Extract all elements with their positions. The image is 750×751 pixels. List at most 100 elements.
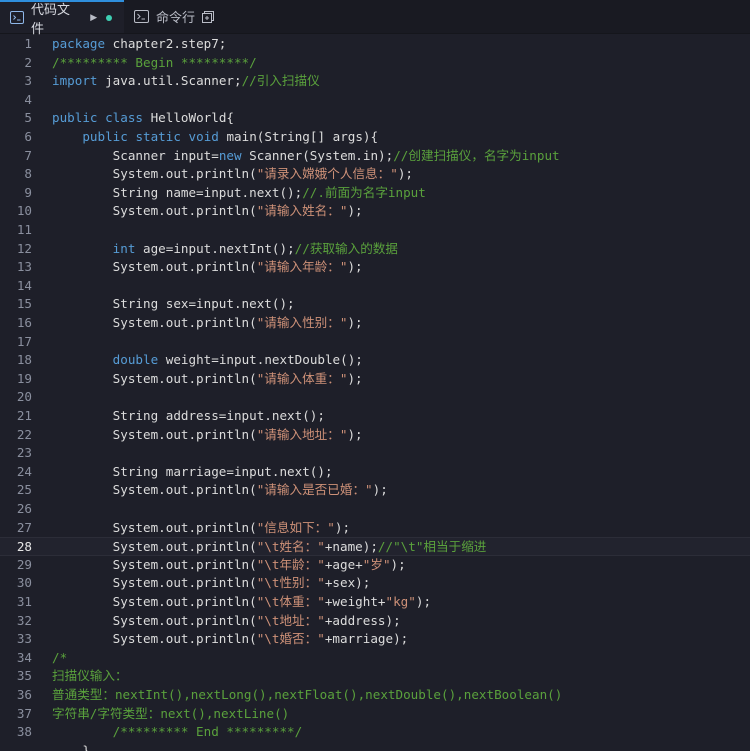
play-icon[interactable]: ▶ [90, 12, 97, 23]
code-line[interactable]: 13 System.out.println("请输入年龄："); [0, 258, 750, 277]
code-line[interactable]: 23 [0, 444, 750, 463]
code-line[interactable]: 16 System.out.println("请输入性别："); [0, 314, 750, 333]
code-line[interactable]: } [0, 742, 750, 751]
code-token: System.out.println( [52, 594, 257, 609]
code-line[interactable]: 12 int age=input.nextInt();//获取输入的数据 [0, 240, 750, 259]
code-token: "\t年龄：" [256, 556, 325, 572]
code-line[interactable]: 37 字符串/字符类型：next(),nextLine() [0, 705, 750, 724]
code-token: ); [372, 482, 388, 498]
code-token: "\t体重：" [256, 594, 325, 609]
code-line[interactable]: 30 System.out.println("\t性别："+sex); [0, 574, 750, 593]
code-token: weight=input.nextDouble(); [158, 352, 363, 368]
code-token: String marriage=input.next(); [52, 463, 333, 479]
code-line[interactable]: 32 System.out.println("\t地址："+address); [0, 612, 750, 631]
code-line[interactable]: 15 String sex=input.next(); [0, 295, 750, 314]
code-token: static [135, 129, 181, 144]
code-token: System.out.println( [52, 556, 257, 572]
code-line[interactable]: 33 System.out.println("\t婚否："+marriage); [0, 630, 750, 649]
code-line[interactable]: 20 [0, 388, 750, 407]
code-token: //引入扫描仪 [241, 73, 320, 89]
code-line[interactable]: 1 package chapter2.step7; [0, 35, 750, 54]
code-line[interactable]: 10 System.out.println("请输入姓名："); [0, 202, 750, 221]
code-line[interactable]: 29 System.out.println("\t年龄："+age+"岁"); [0, 556, 750, 575]
code-line[interactable]: 14 [0, 277, 750, 296]
line-number: 33 [16, 631, 32, 647]
code-line[interactable]: 38 /********* End *********/ [0, 723, 750, 742]
code-token: System.out.println( [52, 166, 257, 182]
code-token: ); [347, 259, 363, 275]
code-line[interactable]: 28 System.out.println("\t姓名："+name);//"\… [0, 537, 750, 556]
code-text: System.out.println("请录入嫦娥个人信息："); [52, 165, 413, 184]
code-editor[interactable]: 1 package chapter2.step7; 2 /********* Begi… [0, 33, 750, 751]
line-number: 19 [16, 370, 32, 386]
code-text: import java.util.Scanner;//引入扫描仪 [52, 72, 320, 91]
code-line[interactable]: 25 System.out.println("请输入是否已婚："); [0, 481, 750, 500]
code-token: "请输入地址：" [256, 426, 348, 442]
code-line[interactable]: 4 [0, 91, 750, 110]
code-token: public [52, 110, 98, 126]
line-number: 21 [16, 408, 32, 423]
code-token: age=input.nextInt(); [135, 240, 295, 256]
code-text: public static void main(String[] args){ [52, 128, 378, 147]
code-line[interactable]: 2 /********* Begin *********/ [0, 54, 750, 73]
code-token: public [82, 129, 128, 144]
code-line[interactable]: 27 System.out.println("信息如下："); [0, 519, 750, 538]
code-token: int [112, 240, 136, 256]
code-line[interactable]: 31 System.out.println("\t体重："+weight+"kg… [0, 593, 750, 612]
tab-bar: 代码文件 ▶ 命令行 [0, 0, 750, 36]
line-number: 35 [16, 668, 32, 684]
code-token: +name); [324, 539, 378, 555]
code-text: String name=input.next();//.前面为名字input [52, 184, 426, 203]
code-text: System.out.println("请输入姓名："); [52, 202, 363, 221]
line-number: 6 [24, 129, 32, 144]
code-line[interactable]: 22 System.out.println("请输入地址："); [0, 426, 750, 445]
code-token: System.out.println( [52, 631, 257, 647]
code-token: "请输入性别：" [256, 315, 348, 330]
line-number: 31 [16, 594, 32, 609]
code-token: "请输入体重：" [256, 370, 348, 386]
code-line[interactable]: 26 [0, 500, 750, 519]
line-number: 37 [16, 705, 32, 721]
code-token: } [52, 742, 90, 751]
code-line[interactable]: 8 System.out.println("请录入嫦娥个人信息："); [0, 165, 750, 184]
tab-code-file[interactable]: 代码文件 ▶ [0, 0, 124, 36]
line-number: 18 [16, 352, 32, 368]
code-line[interactable]: 9 String name=input.next();//.前面为名字input [0, 184, 750, 203]
code-token: "岁" [362, 556, 391, 572]
code-text: System.out.println("\t年龄："+age+"岁"); [52, 556, 406, 575]
line-number: 10 [16, 203, 32, 219]
new-window-icon[interactable] [202, 10, 215, 23]
line-number: 36 [16, 687, 32, 702]
code-line[interactable]: 7 Scanner input=new Scanner(System.in);/… [0, 147, 750, 166]
code-token: "\t婚否：" [256, 631, 325, 647]
code-token: String name=input.next(); [52, 184, 303, 200]
code-token: void [188, 129, 219, 144]
code-line[interactable]: 24 String marriage=input.next(); [0, 463, 750, 482]
code-token: "信息如下：" [256, 519, 335, 535]
code-text: System.out.println("请输入年龄："); [52, 258, 363, 277]
tab-terminal[interactable]: 命令行 [124, 0, 228, 33]
code-token: java.util.Scanner; [97, 73, 242, 89]
code-line[interactable]: 18 double weight=input.nextDouble(); [0, 351, 750, 370]
code-line[interactable]: 5 public class HelloWorld{ [0, 109, 750, 128]
code-line[interactable]: 11 [0, 221, 750, 240]
code-line[interactable]: 3 import java.util.Scanner;//引入扫描仪 [0, 72, 750, 91]
code-token: 字符串/字符类型：next(),nextLine() [52, 705, 290, 721]
code-text: String address=input.next(); [52, 407, 325, 426]
code-line[interactable]: 6 public static void main(String[] args)… [0, 128, 750, 147]
code-token: //.前面为名字input [302, 184, 426, 200]
line-number: 15 [16, 296, 32, 312]
code-line[interactable]: 35 扫描仪输入： [0, 667, 750, 686]
code-line[interactable]: 21 String address=input.next(); [0, 407, 750, 426]
code-line[interactable]: 19 System.out.println("请输入体重："); [0, 370, 750, 389]
code-token: "\t性别：" [256, 575, 325, 591]
code-token: +marriage); [324, 631, 409, 647]
line-number: 8 [24, 166, 32, 182]
code-line[interactable]: 36 普通类型：nextInt(),nextLong(),nextFloat(),… [0, 686, 750, 705]
line-number: 29 [16, 556, 32, 572]
code-line[interactable]: 34 /* [0, 649, 750, 668]
code-file-icon [10, 11, 24, 24]
code-token: "请录入嫦娥个人信息：" [256, 166, 398, 182]
code-line[interactable]: 17 [0, 333, 750, 352]
